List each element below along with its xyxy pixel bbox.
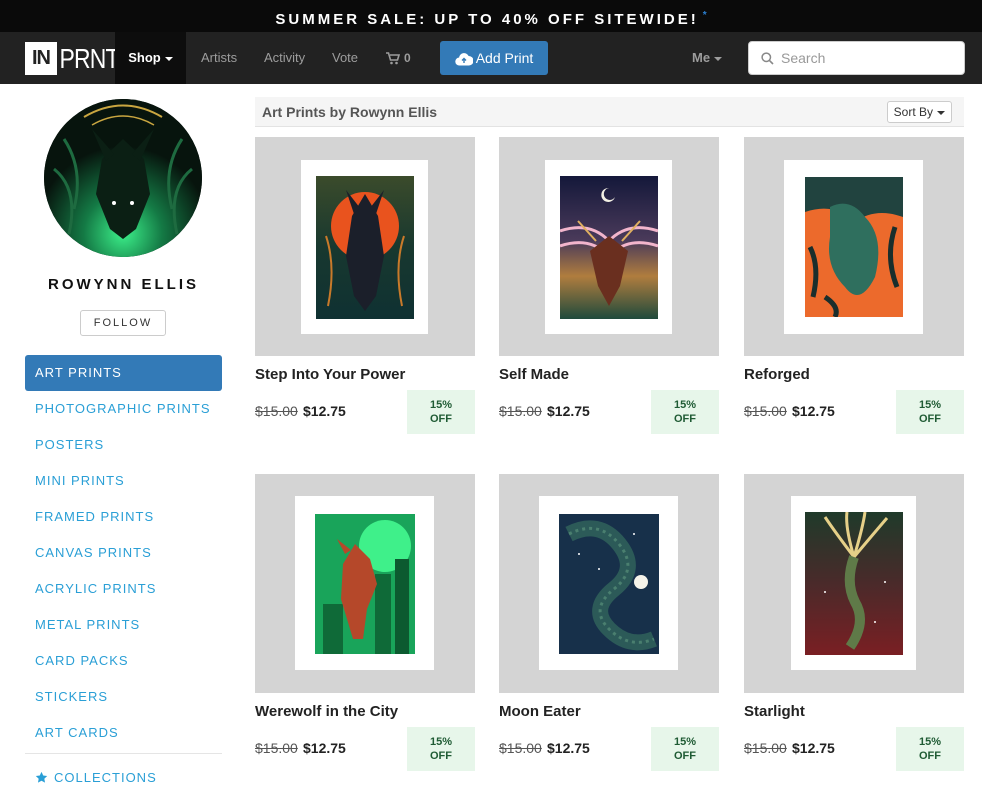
sale-banner-mark: * — [702, 10, 707, 21]
sale-banner-text[interactable]: SUMMER SALE: UP TO 40% OFF SITEWIDE! — [275, 11, 698, 28]
artwork-starlight — [805, 512, 903, 655]
discount-off: OFF — [430, 413, 452, 425]
sidebar-item-stickers[interactable]: STICKERS — [25, 679, 222, 715]
product-title[interactable]: Reforged — [744, 366, 810, 383]
sidebar-item-acrylic-prints[interactable]: ACRYLIC PRINTS — [25, 571, 222, 607]
chevron-down-icon — [937, 110, 945, 115]
discount-badge: 15% OFF — [896, 727, 964, 771]
original-price: $15.00 — [499, 403, 542, 419]
sidebar-item-art-cards[interactable]: ART CARDS — [25, 715, 222, 751]
sort-by-dropdown[interactable]: Sort By — [886, 101, 952, 123]
discount-off: OFF — [919, 413, 941, 425]
follow-button[interactable]: FOLLOW — [80, 310, 166, 336]
sort-by-label: Sort By — [893, 105, 933, 119]
nav-me-label: Me — [692, 50, 711, 65]
nav-vote[interactable]: Vote — [332, 32, 358, 84]
product-image[interactable] — [499, 474, 719, 693]
nav-artists[interactable]: Artists — [201, 32, 237, 84]
original-price: $15.00 — [499, 740, 542, 756]
cart-count: 0 — [404, 51, 411, 65]
product-title[interactable]: Step Into Your Power — [255, 366, 405, 383]
product-image[interactable] — [499, 137, 719, 356]
discount-off: OFF — [674, 413, 696, 425]
nav-cart[interactable]: 0 — [386, 32, 411, 84]
artwork-reforged — [805, 177, 903, 317]
cloud-upload-icon — [454, 52, 474, 66]
discount-percent: 15% — [673, 736, 697, 748]
artist-avatar-art — [44, 99, 202, 257]
discount-off: OFF — [430, 750, 452, 762]
discount-percent: 15% — [673, 399, 697, 411]
sale-price: $12.75 — [303, 740, 346, 756]
nav-me-dropdown[interactable]: Me — [692, 32, 723, 84]
product-title[interactable]: Werewolf in the City — [255, 703, 398, 720]
collections-label: COLLECTIONS — [54, 770, 157, 785]
chevron-down-icon — [164, 56, 173, 61]
chevron-down-icon — [714, 56, 723, 61]
search-box[interactable] — [748, 41, 965, 75]
sidebar-item-metal-prints[interactable]: METAL PRINTS — [25, 607, 222, 643]
discount-percent: 15% — [429, 736, 453, 748]
artwork-step-into-your-power — [316, 176, 414, 319]
sidebar-item-mini-prints[interactable]: MINI PRINTS — [25, 463, 222, 499]
add-print-label: Add Print — [475, 50, 534, 66]
sidebar-item-collections[interactable]: COLLECTIONS — [35, 770, 157, 785]
artwork-self-made — [560, 176, 658, 319]
products-header: Art Prints by Rowynn Ellis Sort By — [255, 97, 964, 127]
product-image[interactable] — [255, 137, 475, 356]
product-title[interactable]: Moon Eater — [499, 703, 581, 720]
artist-name: ROWYNN ELLIS — [48, 276, 199, 293]
sale-price: $12.75 — [547, 740, 590, 756]
discount-badge: 15% OFF — [651, 390, 719, 434]
product-image[interactable] — [255, 474, 475, 693]
product-image[interactable] — [744, 137, 964, 356]
artwork-werewolf-in-the-city — [315, 514, 415, 654]
star-icon — [35, 771, 48, 783]
original-price: $15.00 — [744, 740, 787, 756]
discount-percent: 15% — [918, 736, 942, 748]
original-price: $15.00 — [744, 403, 787, 419]
add-print-button[interactable]: Add Print — [440, 41, 548, 75]
sidebar-divider — [25, 753, 222, 754]
sale-price: $12.75 — [792, 403, 835, 419]
sale-price: $12.75 — [547, 403, 590, 419]
discount-badge: 15% OFF — [651, 727, 719, 771]
logo-prnt: PRNT — [59, 43, 119, 74]
nav-activity[interactable]: Activity — [264, 32, 305, 84]
top-navbar: IN PRNT Shop Artists Activity Vote 0 Add… — [0, 32, 982, 84]
sale-price: $12.75 — [303, 403, 346, 419]
search-icon — [761, 52, 774, 65]
sidebar-item-canvas-prints[interactable]: CANVAS PRINTS — [25, 535, 222, 571]
sidebar-item-art-prints[interactable]: ART PRINTS — [25, 355, 222, 391]
sidebar-item-card-packs[interactable]: CARD PACKS — [25, 643, 222, 679]
sidebar-item-framed-prints[interactable]: FRAMED PRINTS — [25, 499, 222, 535]
product-title[interactable]: Starlight — [744, 703, 805, 720]
avatar — [44, 99, 202, 257]
discount-percent: 15% — [429, 399, 453, 411]
sale-price: $12.75 — [792, 740, 835, 756]
discount-percent: 15% — [918, 399, 942, 411]
cart-icon — [386, 52, 401, 65]
discount-off: OFF — [919, 750, 941, 762]
original-price: $15.00 — [255, 403, 298, 419]
discount-badge: 15% OFF — [407, 390, 475, 434]
original-price: $15.00 — [255, 740, 298, 756]
nav-shop-label: Shop — [128, 50, 161, 65]
nav-shop-dropdown[interactable]: Shop — [115, 32, 186, 84]
logo-in: IN — [25, 42, 57, 75]
sidebar-nav: ART PRINTS PHOTOGRAPHIC PRINTS POSTERS M… — [25, 355, 222, 751]
search-input[interactable] — [781, 42, 961, 74]
sidebar-item-photographic-prints[interactable]: PHOTOGRAPHIC PRINTS — [25, 391, 222, 427]
discount-off: OFF — [674, 750, 696, 762]
sidebar-item-posters[interactable]: POSTERS — [25, 427, 222, 463]
product-image[interactable] — [744, 474, 964, 693]
discount-badge: 15% OFF — [407, 727, 475, 771]
sale-banner[interactable]: SUMMER SALE: UP TO 40% OFF SITEWIDE! * — [0, 0, 982, 32]
product-title[interactable]: Self Made — [499, 366, 569, 383]
discount-badge: 15% OFF — [896, 390, 964, 434]
artwork-moon-eater — [559, 514, 659, 654]
page-title: Art Prints by Rowynn Ellis — [262, 104, 438, 120]
